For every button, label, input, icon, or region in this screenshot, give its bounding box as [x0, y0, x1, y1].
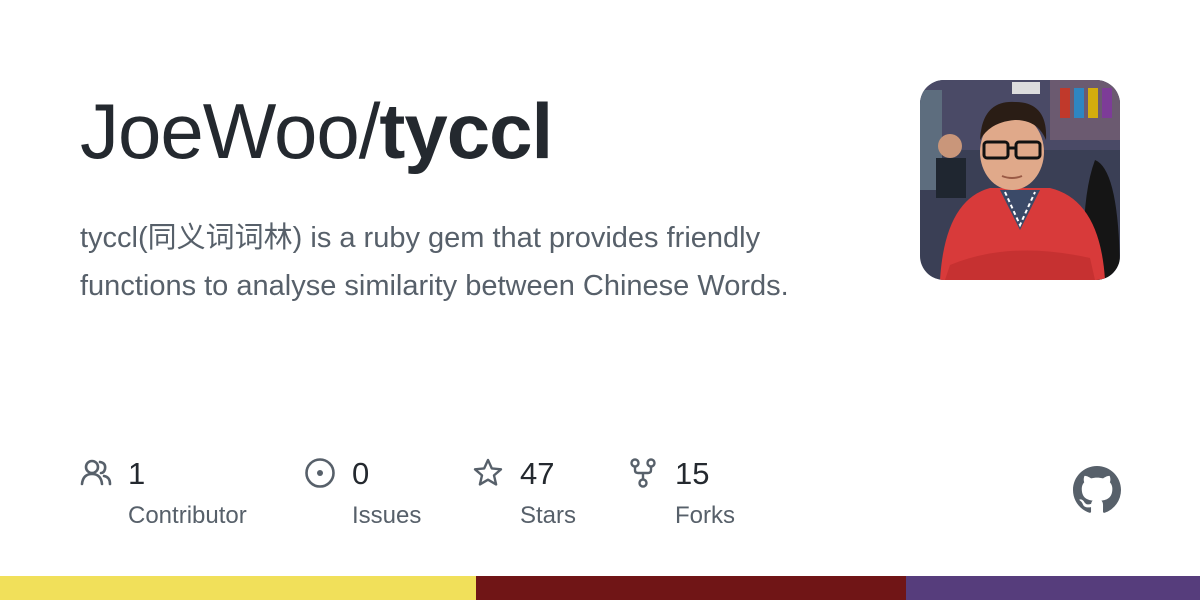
language-bar-segment	[905, 576, 1200, 600]
issue-icon	[305, 458, 335, 488]
social-preview-card: JoeWoo/tyccl tyccl(同义词词林) is a ruby gem …	[0, 0, 1200, 600]
repo-owner[interactable]: JoeWoo/	[80, 87, 380, 175]
avatar[interactable]	[920, 80, 1120, 280]
stat-label: Forks	[675, 502, 735, 529]
stat-count: 47	[520, 456, 555, 491]
language-bar-segment	[476, 576, 906, 600]
repo-description: tyccl(同义词词林) is a ruby gem that provides…	[80, 222, 789, 302]
github-logo-icon[interactable]	[1073, 466, 1121, 514]
language-bar-segment	[0, 576, 477, 600]
stat-label: Contributor	[128, 502, 247, 529]
language-bar	[0, 576, 1200, 600]
stat-label: Issues	[352, 502, 422, 529]
stat-label: Stars	[520, 502, 577, 529]
repo-title[interactable]: JoeWoo/tyccl	[80, 92, 553, 170]
stat-count: 15	[675, 456, 710, 491]
stat-count: 1	[128, 456, 146, 491]
stat-count: 0	[352, 456, 370, 491]
fork-icon	[630, 458, 656, 488]
repo-name[interactable]: tyccl	[379, 87, 553, 175]
people-icon	[80, 459, 112, 486]
star-icon	[473, 458, 503, 486]
avatar-photo	[920, 80, 1120, 280]
